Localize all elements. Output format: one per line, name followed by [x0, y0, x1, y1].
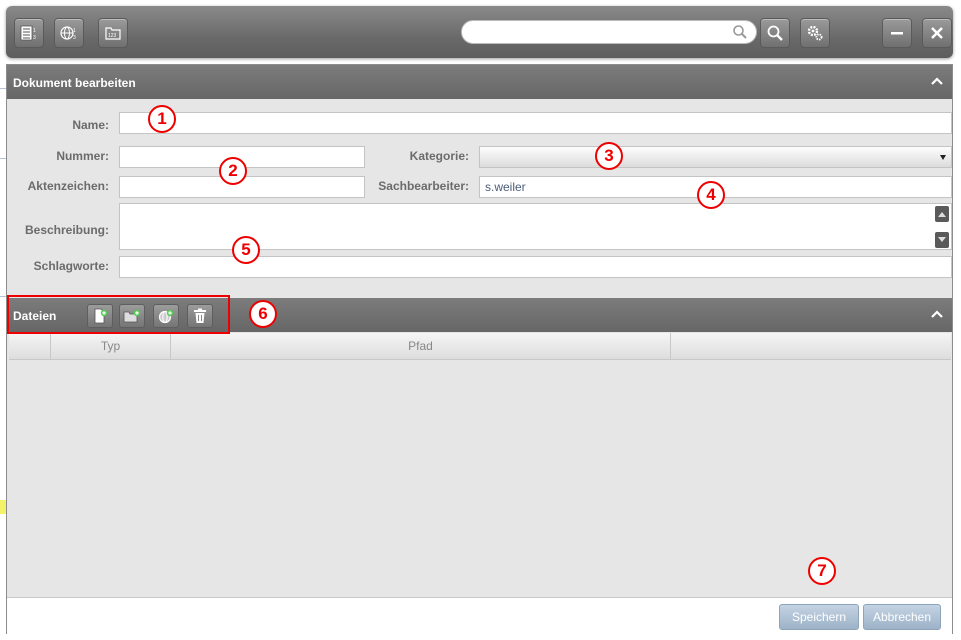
column-header-pfad[interactable]: Pfad: [171, 333, 671, 359]
globe-list-button[interactable]: 1 3: [54, 18, 84, 48]
folder-numbered-button[interactable]: 123: [98, 18, 128, 48]
arrow-up-icon: [938, 212, 946, 217]
callout-6: 6: [249, 300, 277, 328]
chevron-up-icon[interactable]: [930, 74, 944, 88]
files-table-header: Typ Pfad: [9, 333, 951, 360]
arrow-down-icon: [938, 237, 946, 242]
svg-text:123: 123: [108, 33, 117, 39]
save-button[interactable]: Speichern: [779, 604, 859, 630]
name-label: Name:: [72, 118, 109, 132]
scroll-down-button[interactable]: [935, 232, 949, 248]
dialog-header: Dokument bearbeiten: [7, 65, 952, 99]
svg-text:3: 3: [33, 35, 36, 41]
svg-text:1: 1: [73, 28, 76, 34]
kategorie-label: Kategorie:: [409, 149, 469, 163]
list-numbered-icon: 1 3: [20, 25, 36, 41]
cancel-button[interactable]: Abbrechen: [863, 604, 941, 630]
callout-3: 3: [595, 142, 623, 170]
kategorie-select[interactable]: [479, 146, 952, 168]
gears-icon: [807, 25, 823, 41]
globe-icon: 1 3: [60, 26, 76, 41]
dialog-footer: Speichern Abbrechen: [7, 597, 952, 634]
schlagworte-label: Schlagworte:: [33, 259, 109, 273]
nummer-label: Nummer:: [56, 149, 109, 163]
top-toolbar: 1 3 1 3 123: [6, 6, 953, 58]
callout-7: 7: [808, 557, 836, 585]
dialog-title: Dokument bearbeiten: [13, 76, 136, 90]
folder-number-icon: 123: [105, 27, 121, 40]
search-box: [461, 20, 757, 44]
minimize-button[interactable]: [882, 18, 912, 48]
column-header-extra[interactable]: [671, 333, 951, 359]
search-input[interactable]: [474, 22, 728, 44]
files-toolbar-highlight: [7, 295, 230, 334]
settings-button[interactable]: [800, 18, 830, 48]
svg-text:1: 1: [33, 28, 36, 34]
search-icon: [733, 25, 747, 39]
advanced-search-button[interactable]: [760, 18, 790, 48]
column-header-select[interactable]: [9, 333, 51, 359]
dropdown-arrow-icon: [940, 155, 946, 160]
svg-text:3: 3: [73, 35, 76, 41]
scroll-up-button[interactable]: [935, 206, 949, 222]
edit-document-dialog: Dokument bearbeiten Name: Nummer: Katego…: [6, 64, 953, 634]
close-icon: [931, 27, 943, 39]
callout-5: 5: [232, 236, 260, 264]
beschreibung-label: Beschreibung:: [24, 223, 109, 237]
minimize-icon: [891, 32, 903, 35]
magnifier-icon: [767, 25, 783, 41]
sachbearbeiter-label: Sachbearbeiter:: [378, 179, 469, 193]
callout-2: 2: [219, 157, 247, 185]
callout-1: 1: [148, 105, 176, 133]
callout-4: 4: [697, 181, 725, 209]
column-header-typ[interactable]: Typ: [51, 333, 171, 359]
aktenzeichen-label: Aktenzeichen:: [27, 179, 109, 193]
chevron-up-icon[interactable]: [930, 307, 944, 321]
list-view-button[interactable]: 1 3: [14, 18, 44, 48]
name-field[interactable]: [119, 112, 952, 134]
close-button[interactable]: [922, 18, 952, 48]
